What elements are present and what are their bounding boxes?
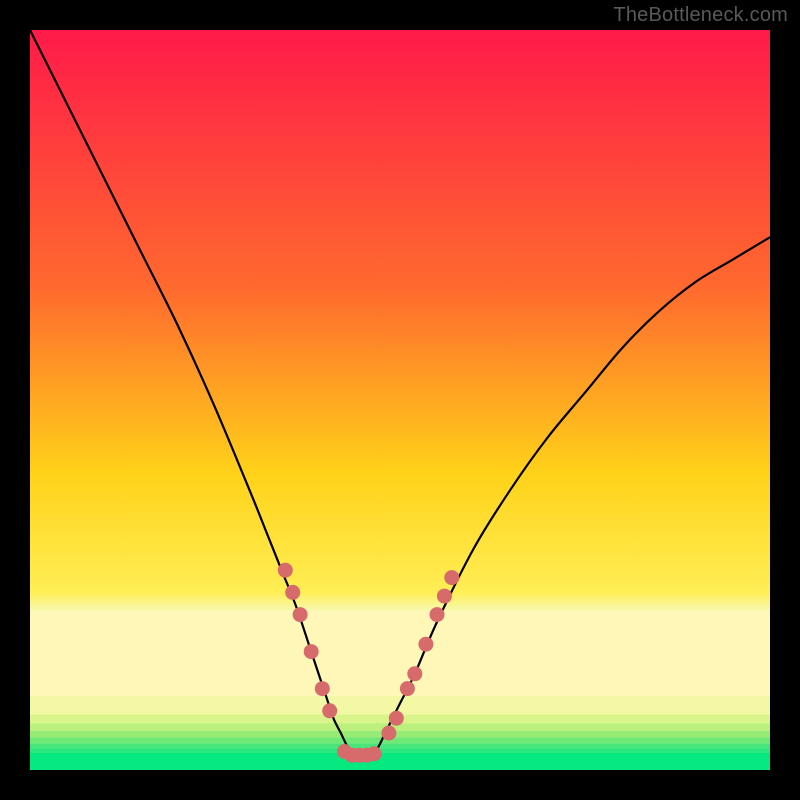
band: [30, 731, 770, 738]
data-marker: [322, 703, 337, 718]
data-marker: [293, 607, 308, 622]
data-marker: [315, 681, 330, 696]
data-marker: [437, 589, 452, 604]
data-marker: [367, 746, 382, 761]
bottleneck-chart: [30, 30, 770, 770]
data-marker: [285, 585, 300, 600]
data-marker: [430, 607, 445, 622]
lower-bands: [30, 611, 770, 770]
data-marker: [304, 644, 319, 659]
data-marker: [400, 681, 415, 696]
data-marker: [389, 711, 404, 726]
band: [30, 737, 770, 743]
band: [30, 749, 770, 753]
watermark-text: TheBottleneck.com: [613, 4, 788, 27]
data-marker: [418, 637, 433, 652]
data-marker: [444, 570, 459, 585]
data-marker: [407, 666, 422, 681]
band: [30, 611, 770, 696]
data-marker: [278, 563, 293, 578]
data-marker: [381, 726, 396, 741]
band: [30, 753, 770, 770]
band: [30, 743, 770, 748]
chart-frame: TheBottleneck.com: [0, 0, 800, 800]
